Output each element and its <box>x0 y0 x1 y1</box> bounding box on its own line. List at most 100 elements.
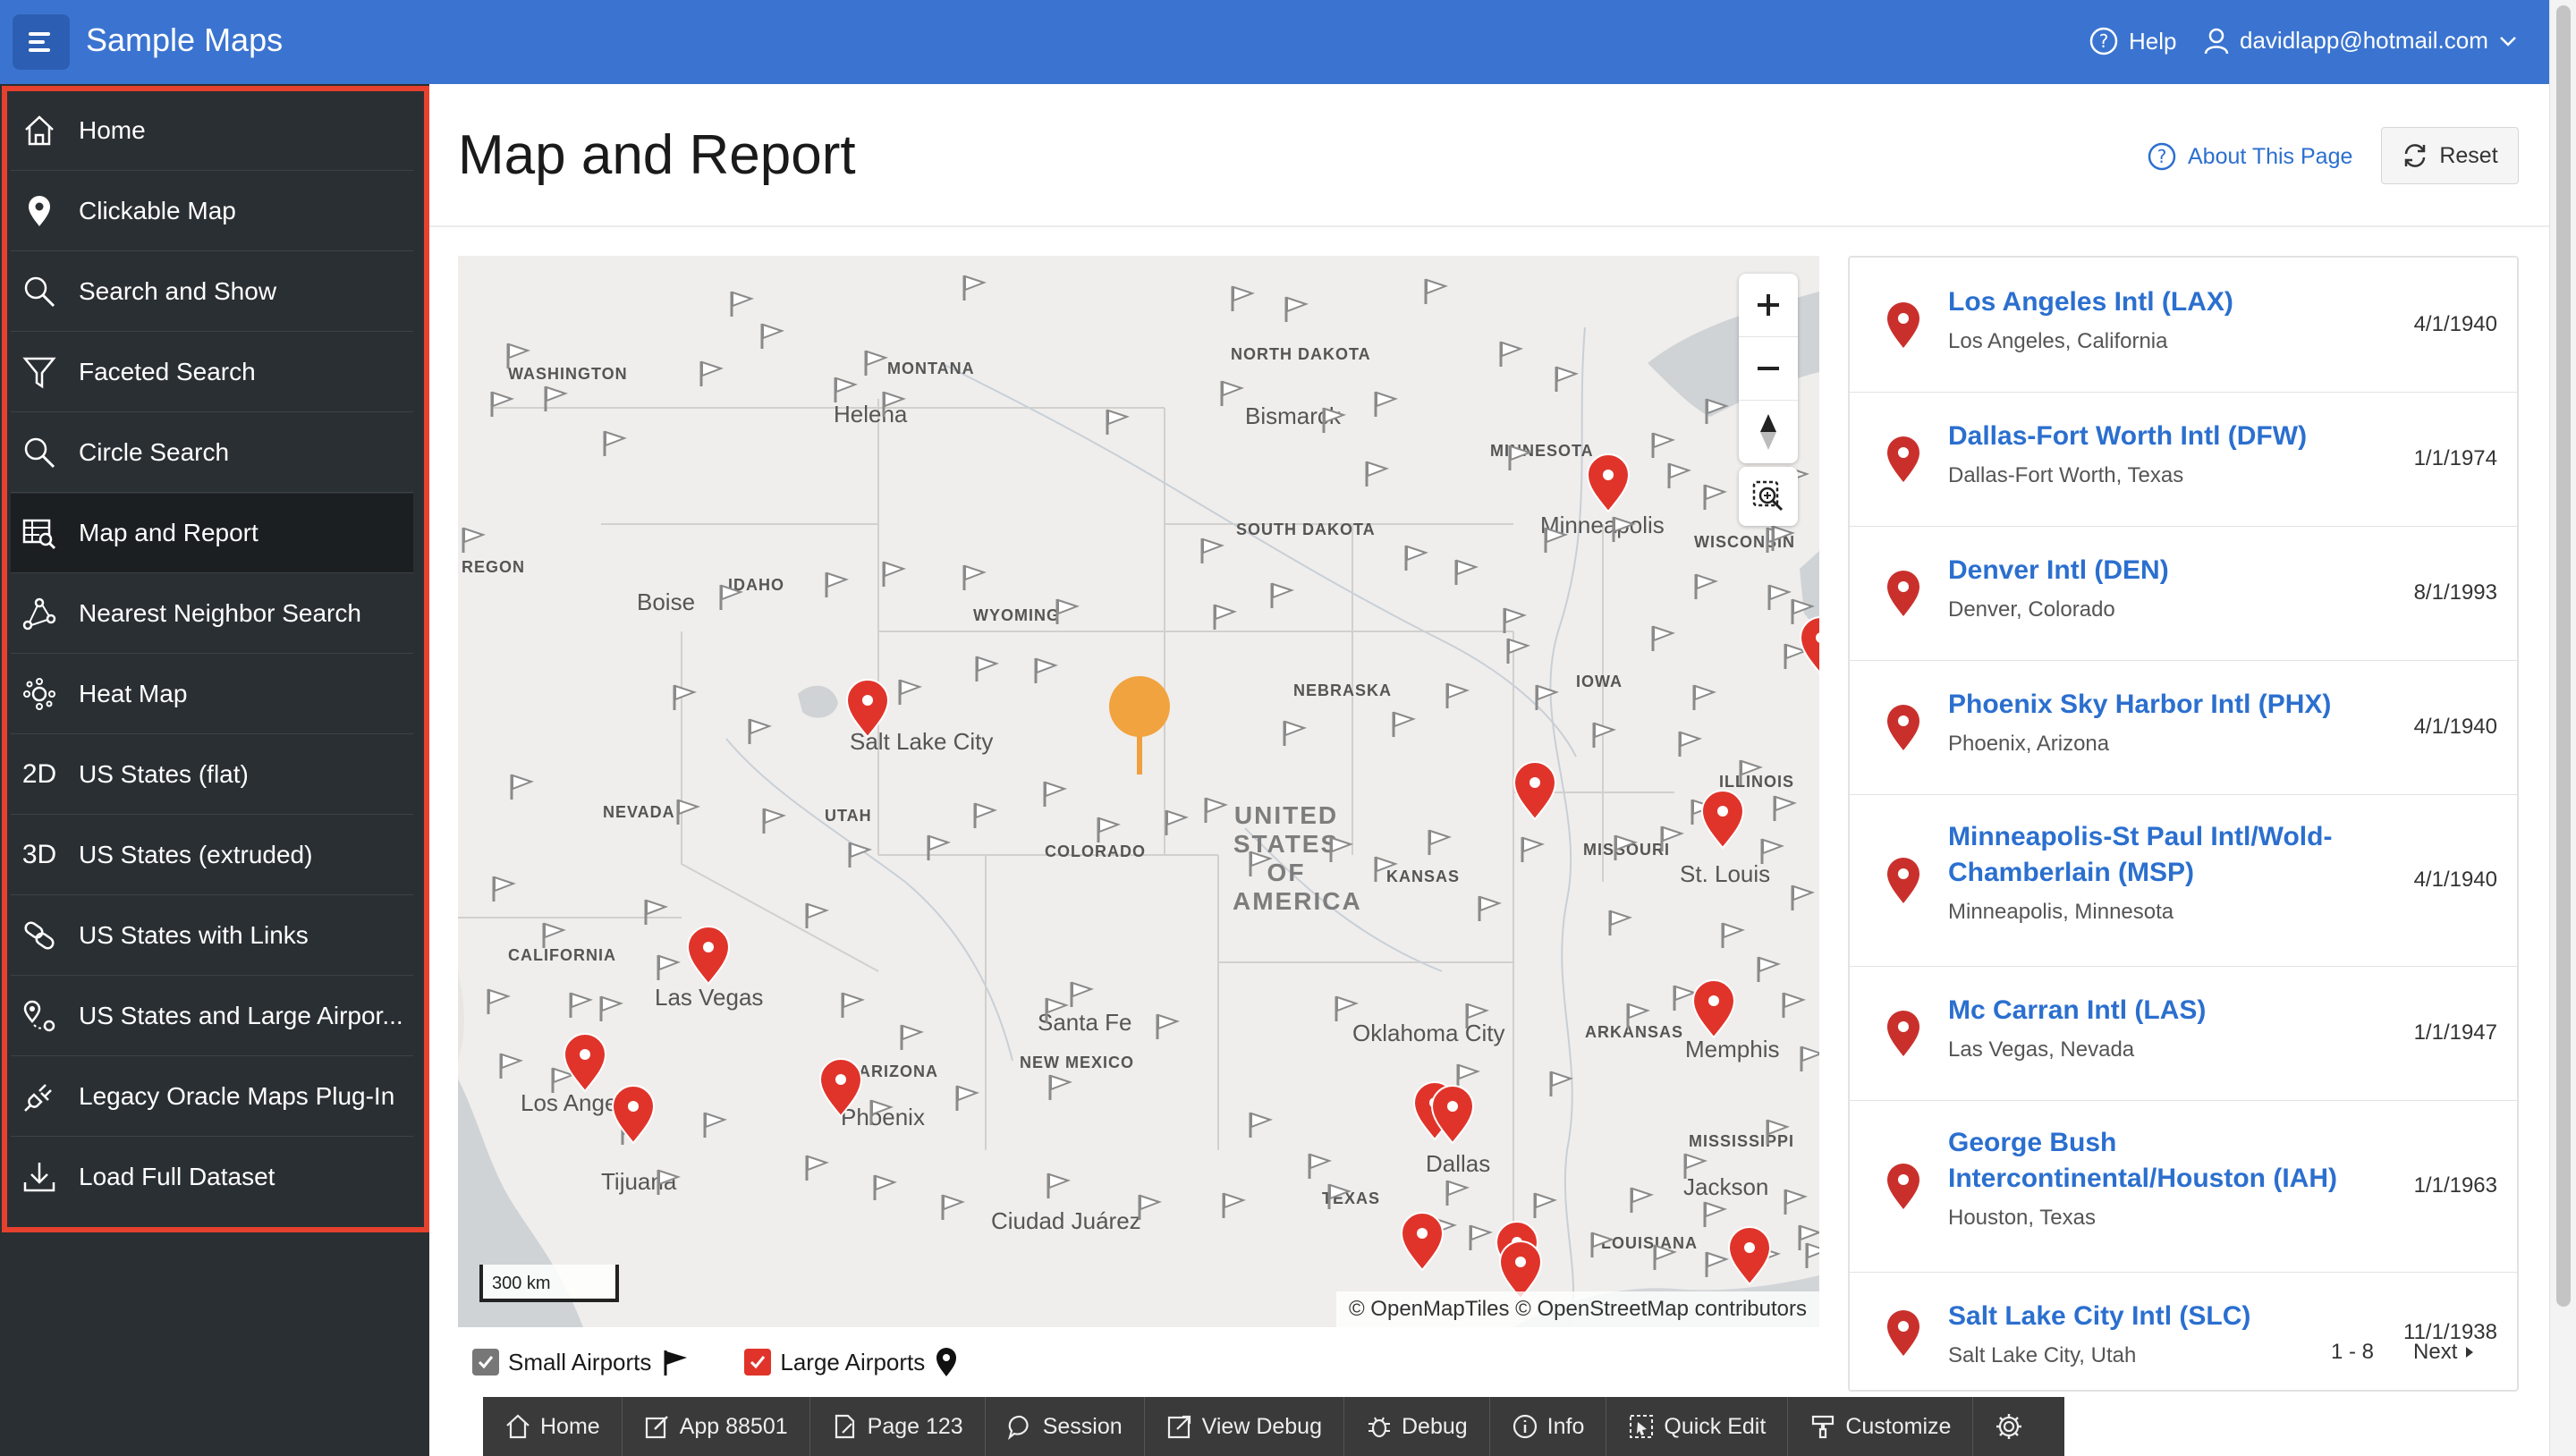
page-scrollbar[interactable] <box>2549 0 2576 1456</box>
small-airport-flag-icon[interactable] <box>1587 1229 1617 1259</box>
small-airport-flag-icon[interactable] <box>801 900 832 930</box>
small-airport-flag-icon[interactable] <box>696 358 726 388</box>
small-airport-flag-icon[interactable] <box>1424 826 1454 857</box>
small-airport-flag-icon[interactable] <box>1504 442 1535 472</box>
large-airport-pin-icon[interactable] <box>1698 787 1748 850</box>
sidebar-item-faceted-search[interactable]: Faceted Search <box>11 333 413 412</box>
small-airport-flag-icon[interactable] <box>937 1191 968 1222</box>
small-airport-flag-icon[interactable] <box>596 993 626 1023</box>
small-airport-flag-icon[interactable] <box>1442 680 1472 710</box>
report-item[interactable]: Dallas-Fort Worth Intl (DFW) Dallas-Fort … <box>1850 392 2517 527</box>
small-airport-flag-icon[interactable] <box>1540 524 1571 554</box>
user-menu[interactable]: davidlapp@hotmail.com <box>2204 27 2517 55</box>
zoom-in-button[interactable] <box>1739 274 1798 337</box>
small-airport-flag-icon[interactable] <box>959 562 989 592</box>
small-airport-flag-icon[interactable] <box>1102 406 1132 436</box>
small-airports-checkbox[interactable] <box>472 1349 499 1376</box>
small-airport-flag-icon[interactable] <box>860 347 891 377</box>
small-airport-flag-icon[interactable] <box>1757 835 1787 866</box>
sidebar-item-load-full-dataset[interactable]: Load Full Dataset <box>11 1138 413 1216</box>
small-airport-flag-icon[interactable] <box>1052 596 1082 626</box>
small-airport-flag-icon[interactable] <box>538 919 569 950</box>
report-item[interactable]: Salt Lake City Intl (SLC) Salt Lake City,… <box>1850 1272 2517 1393</box>
menu-toggle-button[interactable] <box>13 14 70 70</box>
small-airport-flag-icon[interactable] <box>1531 681 1562 712</box>
devbar-info-button[interactable]: Info <box>1490 1397 1607 1456</box>
small-airport-flag-icon[interactable] <box>1227 283 1258 313</box>
small-airport-flag-icon[interactable] <box>1546 1068 1576 1098</box>
small-airport-flag-icon[interactable] <box>488 873 519 903</box>
small-airport-flag-icon[interactable] <box>821 569 852 599</box>
small-airport-flag-icon[interactable] <box>1499 605 1530 635</box>
small-airport-flag-icon[interactable] <box>487 388 517 419</box>
small-airport-flag-icon[interactable] <box>653 1166 683 1197</box>
zoom-to-selection-button[interactable] <box>1739 467 1798 526</box>
small-airport-flag-icon[interactable] <box>1401 542 1431 572</box>
small-airport-flag-icon[interactable] <box>506 771 537 801</box>
small-airport-flag-icon[interactable] <box>1474 893 1504 923</box>
small-airport-flag-icon[interactable] <box>878 388 909 419</box>
small-airport-flag-icon[interactable] <box>1689 681 1719 712</box>
small-airport-flag-icon[interactable] <box>716 581 746 612</box>
small-airport-flag-icon[interactable] <box>1657 823 1687 853</box>
airport-name-link[interactable]: Denver Intl (DEN) <box>1948 553 2368 588</box>
small-airport-flag-icon[interactable] <box>1451 556 1481 587</box>
devbar-quick-edit-button[interactable]: Quick Edit <box>1606 1397 1789 1456</box>
small-airport-flag-icon[interactable] <box>1370 388 1401 419</box>
small-airport-flag-icon[interactable] <box>1245 848 1275 878</box>
small-airport-flag-icon[interactable] <box>1465 1222 1496 1252</box>
small-airport-flag-icon[interactable] <box>758 805 789 835</box>
small-airport-flag-icon[interactable] <box>1197 535 1227 565</box>
small-airport-flag-icon[interactable] <box>1152 1011 1182 1041</box>
small-airport-flag-icon[interactable] <box>1608 513 1639 544</box>
small-airport-flag-icon[interactable] <box>1623 1000 1653 1030</box>
large-airport-pin-icon[interactable] <box>683 923 733 986</box>
small-airport-flag-icon[interactable] <box>1209 601 1240 631</box>
large-airport-pin-icon[interactable] <box>1510 758 1560 821</box>
devbar-app-button[interactable]: App 88501 <box>623 1397 810 1456</box>
small-airport-flag-icon[interactable] <box>1442 1177 1472 1207</box>
small-airport-flag-icon[interactable] <box>1690 571 1721 601</box>
selected-location-marker[interactable] <box>1104 674 1175 782</box>
small-airport-flag-icon[interactable] <box>1161 807 1191 837</box>
small-airport-flag-icon[interactable] <box>503 340 533 370</box>
sidebar-item-circle-search[interactable]: Circle Search <box>11 413 413 493</box>
small-airport-flag-icon[interactable] <box>1216 377 1247 408</box>
devbar-customize-button[interactable]: Customize <box>1788 1397 1974 1456</box>
small-airport-flag-icon[interactable] <box>801 1152 832 1182</box>
sidebar-item-map-and-report[interactable]: Map and Report <box>11 494 413 573</box>
airport-name-link[interactable]: Salt Lake City Intl (SLC) <box>1948 1299 2368 1334</box>
large-airport-pin-icon[interactable] <box>1724 1223 1775 1286</box>
small-airport-flag-icon[interactable] <box>1324 1181 1354 1211</box>
small-airport-flag-icon[interactable] <box>896 1021 927 1052</box>
small-airport-flag-icon[interactable] <box>1045 1071 1075 1102</box>
small-airport-flag-icon[interactable] <box>971 653 1002 683</box>
sidebar-item-home[interactable]: Home <box>11 91 413 171</box>
airport-name-link[interactable]: Phoenix Sky Harbor Intl (PHX) <box>1948 687 2368 723</box>
small-airport-flag-icon[interactable] <box>1030 655 1061 685</box>
small-airport-flag-icon[interactable] <box>1279 717 1309 748</box>
small-airport-flag-icon[interactable] <box>1626 1184 1657 1215</box>
airport-name-link[interactable]: Minneapolis-St Paul Intl/Wold-Chamberlai… <box>1948 819 2368 891</box>
airport-name-link[interactable]: Los Angeles Intl (LAX) <box>1948 284 2368 320</box>
reset-button[interactable]: Reset <box>2381 127 2519 184</box>
small-airport-flag-icon[interactable] <box>1701 395 1732 426</box>
small-airport-flag-icon[interactable] <box>1589 719 1619 749</box>
sidebar-item-heat-map[interactable]: Heat Map <box>11 655 413 734</box>
small-airport-flag-icon[interactable] <box>673 796 703 826</box>
airport-name-link[interactable]: George Bush Intercontinental/Houston (IA… <box>1948 1125 2368 1197</box>
small-airport-flag-icon[interactable] <box>1496 338 1526 368</box>
report-item[interactable]: Denver Intl (DEN) Denver, Colorado 8/1/199… <box>1850 526 2517 661</box>
report-item[interactable]: Phoenix Sky Harbor Intl (PHX) Phoenix, Ar… <box>1850 660 2517 795</box>
small-airport-flag-icon[interactable] <box>844 839 875 869</box>
map-attribution[interactable]: © OpenMapTiles © OpenStreetMap contribut… <box>1335 1291 1819 1327</box>
devbar-home-button[interactable]: Home <box>483 1397 623 1456</box>
small-airport-flag-icon[interactable] <box>640 896 671 927</box>
small-airport-flag-icon[interactable] <box>1767 522 1798 553</box>
small-airport-flag-icon[interactable] <box>1796 1043 1819 1073</box>
compass-button[interactable] <box>1739 401 1798 463</box>
report-item[interactable]: Mc Carran Intl (LAS) Las Vegas, Nevada 1/1… <box>1850 966 2517 1101</box>
small-airport-flag-icon[interactable] <box>1787 882 1818 912</box>
small-airport-flag-icon[interactable] <box>866 1096 896 1127</box>
small-airport-flag-icon[interactable] <box>1769 792 1800 823</box>
